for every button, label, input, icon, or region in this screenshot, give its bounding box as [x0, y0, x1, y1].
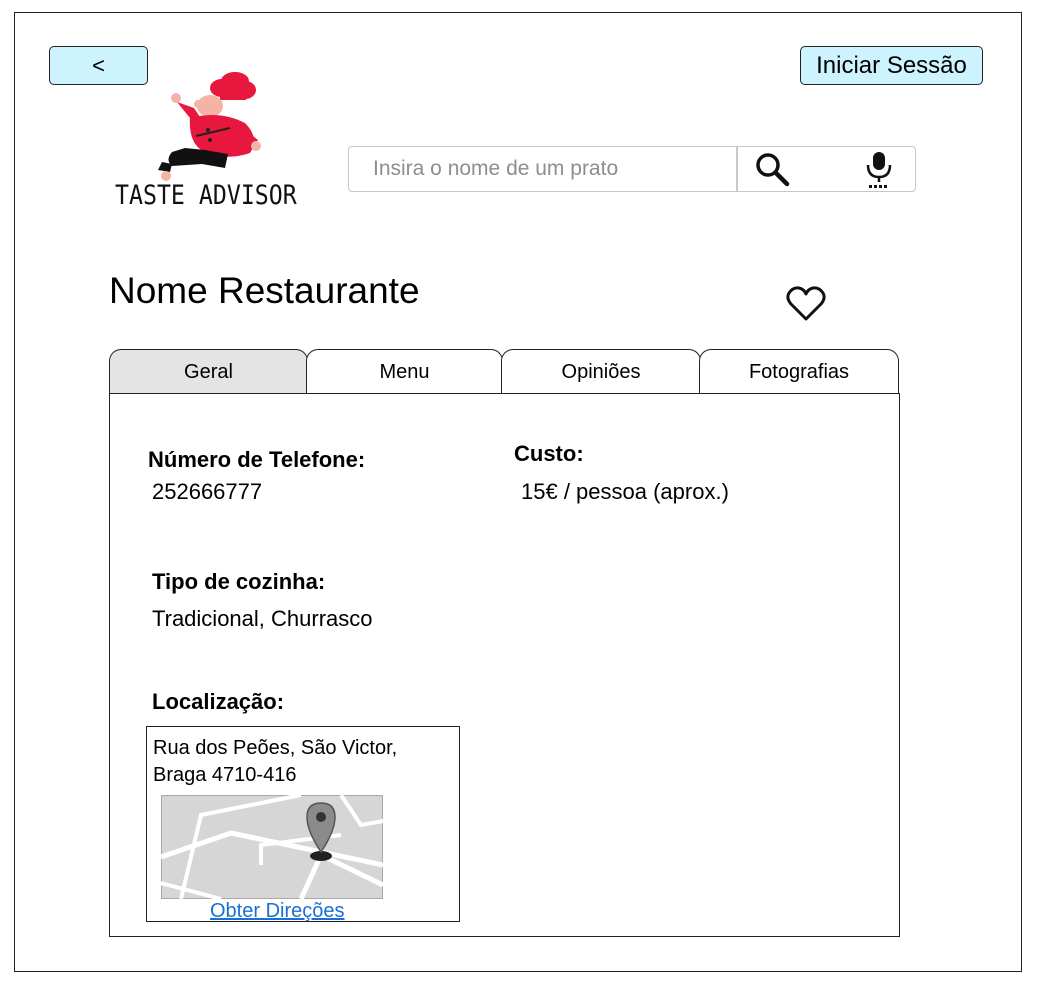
tab-fotografias[interactable]: Fotografias [699, 349, 899, 394]
login-button[interactable]: Iniciar Sessão [800, 46, 983, 85]
search-icon[interactable] [751, 150, 795, 188]
search-input[interactable] [349, 147, 736, 191]
location-card: Rua dos Peões, São Victor, Braga 4710-41… [146, 726, 460, 922]
microphone-icon[interactable] [859, 150, 899, 190]
search-bar [348, 146, 916, 192]
tab-menu[interactable]: Menu [306, 349, 503, 394]
phone-label: Número de Telefone: [148, 447, 366, 472]
tab-geral[interactable]: Geral [109, 349, 308, 394]
cost-value: 15€ / pessoa (aprox.) [521, 479, 729, 504]
address-line-1: Rua dos Peões, São Victor, [153, 737, 398, 759]
restaurant-name: Nome Restaurante [109, 270, 420, 311]
logo-text: TASTE ADVISOR [115, 180, 297, 211]
phone-value: 252666777 [152, 479, 263, 504]
get-directions-link[interactable]: Obter Direções [210, 900, 345, 923]
heart-icon[interactable] [785, 284, 827, 324]
search-divider [736, 147, 738, 191]
map-thumbnail[interactable] [161, 795, 383, 899]
address-line-2: Braga 4710-416 [153, 764, 297, 786]
cuisine-label: Tipo de cozinha: [152, 569, 326, 594]
cuisine-value: Tradicional, Churrasco [152, 606, 373, 631]
cost-label: Custo: [514, 441, 584, 466]
address: Rua dos Peões, São Victor, Braga 4710-41… [153, 735, 397, 789]
location-label: Localização: [152, 689, 285, 714]
tab-opinioes[interactable]: Opiniões [501, 349, 701, 394]
